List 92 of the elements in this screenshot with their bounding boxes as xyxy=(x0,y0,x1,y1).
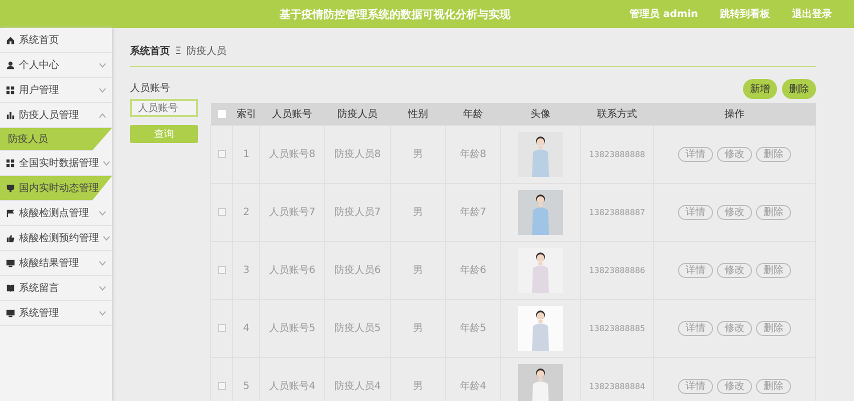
row-action-button[interactable]: 删除 xyxy=(756,146,792,162)
table-cell: 防疫人员7 xyxy=(334,207,381,218)
bar-chart-icon xyxy=(6,110,15,120)
row-checkbox[interactable] xyxy=(218,208,226,216)
table-cell: 防疫人员4 xyxy=(334,381,381,392)
row-action-button[interactable]: 修改 xyxy=(717,204,752,220)
user-icon xyxy=(6,60,15,70)
table-cell: 2 xyxy=(243,206,250,218)
column-header: 性别 xyxy=(408,108,428,120)
row-action-button[interactable]: 修改 xyxy=(717,146,752,162)
search-button[interactable]: 查询 xyxy=(130,125,198,143)
row-action-button[interactable]: 修改 xyxy=(717,378,752,394)
table-cell: 男 xyxy=(412,381,423,392)
column-header: 防疫人员 xyxy=(338,108,378,120)
book-icon xyxy=(6,284,15,292)
sidebar-item[interactable]: 核酸检测点管理 xyxy=(0,201,112,226)
table-cell: 男 xyxy=(412,323,423,334)
row-checkbox[interactable] xyxy=(218,266,226,274)
column-header: 年龄 xyxy=(463,108,484,120)
sidebar-subitem[interactable]: 防疫人员 xyxy=(0,128,112,151)
app-title: 基于疫情防控管理系统的数据可视化分析与实现 xyxy=(278,6,512,22)
table-cell: 年龄6 xyxy=(460,265,486,276)
table-cell: 男 xyxy=(412,149,423,160)
breadcrumb-link[interactable]: 系统首页 xyxy=(130,44,170,58)
row-action-button[interactable]: 详情 xyxy=(678,320,714,336)
row-checkbox[interactable] xyxy=(218,382,226,390)
thumbs-up-icon xyxy=(6,234,15,242)
header-link[interactable]: 跳转到看板 xyxy=(720,7,770,21)
table-cell: 年龄4 xyxy=(460,381,486,392)
row-action-button[interactable]: 详情 xyxy=(678,262,714,278)
table-cell: 人员账号7 xyxy=(269,207,316,218)
table-cell: 13823888884 xyxy=(589,382,646,390)
sidebar-item[interactable]: 用户管理 xyxy=(0,78,112,103)
search-field[interactable]: 人员账号 xyxy=(130,99,198,117)
table-cell: 1 xyxy=(243,148,250,160)
action-button[interactable]: 删除 xyxy=(782,79,816,99)
flag-icon xyxy=(6,208,15,218)
table-cell: 男 xyxy=(412,265,423,276)
header-link[interactable]: 管理员 admin xyxy=(630,7,698,21)
row-checkbox[interactable] xyxy=(218,324,226,332)
row-action-button[interactable]: 修改 xyxy=(717,262,752,278)
select-all-checkbox[interactable] xyxy=(218,110,226,118)
column-header: 头像 xyxy=(530,108,550,120)
row-action-button[interactable]: 删除 xyxy=(756,320,792,336)
row-action-button[interactable]: 详情 xyxy=(678,378,714,394)
table-cell: 年龄5 xyxy=(460,323,486,334)
grid-icon xyxy=(6,86,15,94)
table-cell: 13823888885 xyxy=(589,324,646,332)
sidebar-item[interactable]: 系统留言 xyxy=(0,276,112,301)
action-button[interactable]: 新增 xyxy=(743,79,777,99)
table-cell: 防疫人员8 xyxy=(334,149,381,160)
sidebar-item[interactable]: 核酸结果管理 xyxy=(0,251,112,276)
table-cell: 年龄7 xyxy=(460,207,486,218)
row-action-button[interactable]: 修改 xyxy=(717,320,752,336)
field-label: 人员账号 xyxy=(130,82,171,95)
row-action-button[interactable]: 删除 xyxy=(756,378,792,394)
row-checkbox[interactable] xyxy=(218,150,226,158)
breadcrumb-separator: Ξ xyxy=(175,46,182,56)
table-cell: 防疫人员6 xyxy=(334,265,381,276)
row-action-button[interactable]: 删除 xyxy=(756,262,792,278)
table-cell: 13823888888 xyxy=(589,150,646,158)
table-cell: 男 xyxy=(412,207,423,218)
table-cell: 4 xyxy=(243,322,250,334)
grid-icon xyxy=(6,158,15,168)
sidebar-item[interactable]: 系统管理 xyxy=(0,301,112,326)
table-cell: 13823888887 xyxy=(589,208,646,216)
header-link[interactable]: 退出登录 xyxy=(792,7,832,21)
breadcrumb-current: 防疫人员 xyxy=(186,44,226,58)
table-cell: 人员账号5 xyxy=(269,323,316,334)
monitor-icon xyxy=(6,258,15,268)
sidebar-item[interactable]: 核酸检测预约管理 xyxy=(0,226,112,251)
sidebar-item[interactable]: 系统首页 xyxy=(0,28,112,53)
column-header: 人员账号 xyxy=(272,108,312,120)
monitor-icon xyxy=(6,308,15,318)
home-icon xyxy=(6,36,15,44)
column-header: 索引 xyxy=(236,108,256,120)
table-cell: 人员账号4 xyxy=(269,381,316,392)
table-cell: 3 xyxy=(243,264,250,276)
table-cell: 人员账号6 xyxy=(269,265,316,276)
table-cell: 防疫人员5 xyxy=(334,323,381,334)
row-action-button[interactable]: 详情 xyxy=(678,146,714,162)
table-cell: 13823888886 xyxy=(589,266,646,274)
table-cell: 年龄8 xyxy=(460,149,486,160)
row-action-button[interactable]: 删除 xyxy=(756,204,792,220)
sidebar-item[interactable]: 国内实时动态管理 xyxy=(0,176,112,201)
sidebar-item[interactable]: 个人中心 xyxy=(0,53,112,78)
trophy-icon xyxy=(6,184,15,192)
row-action-button[interactable]: 详情 xyxy=(678,204,714,220)
column-header: 联系方式 xyxy=(597,108,638,120)
table-cell: 5 xyxy=(243,380,250,392)
column-header: 操作 xyxy=(724,108,745,120)
table-cell: 人员账号8 xyxy=(269,149,316,160)
